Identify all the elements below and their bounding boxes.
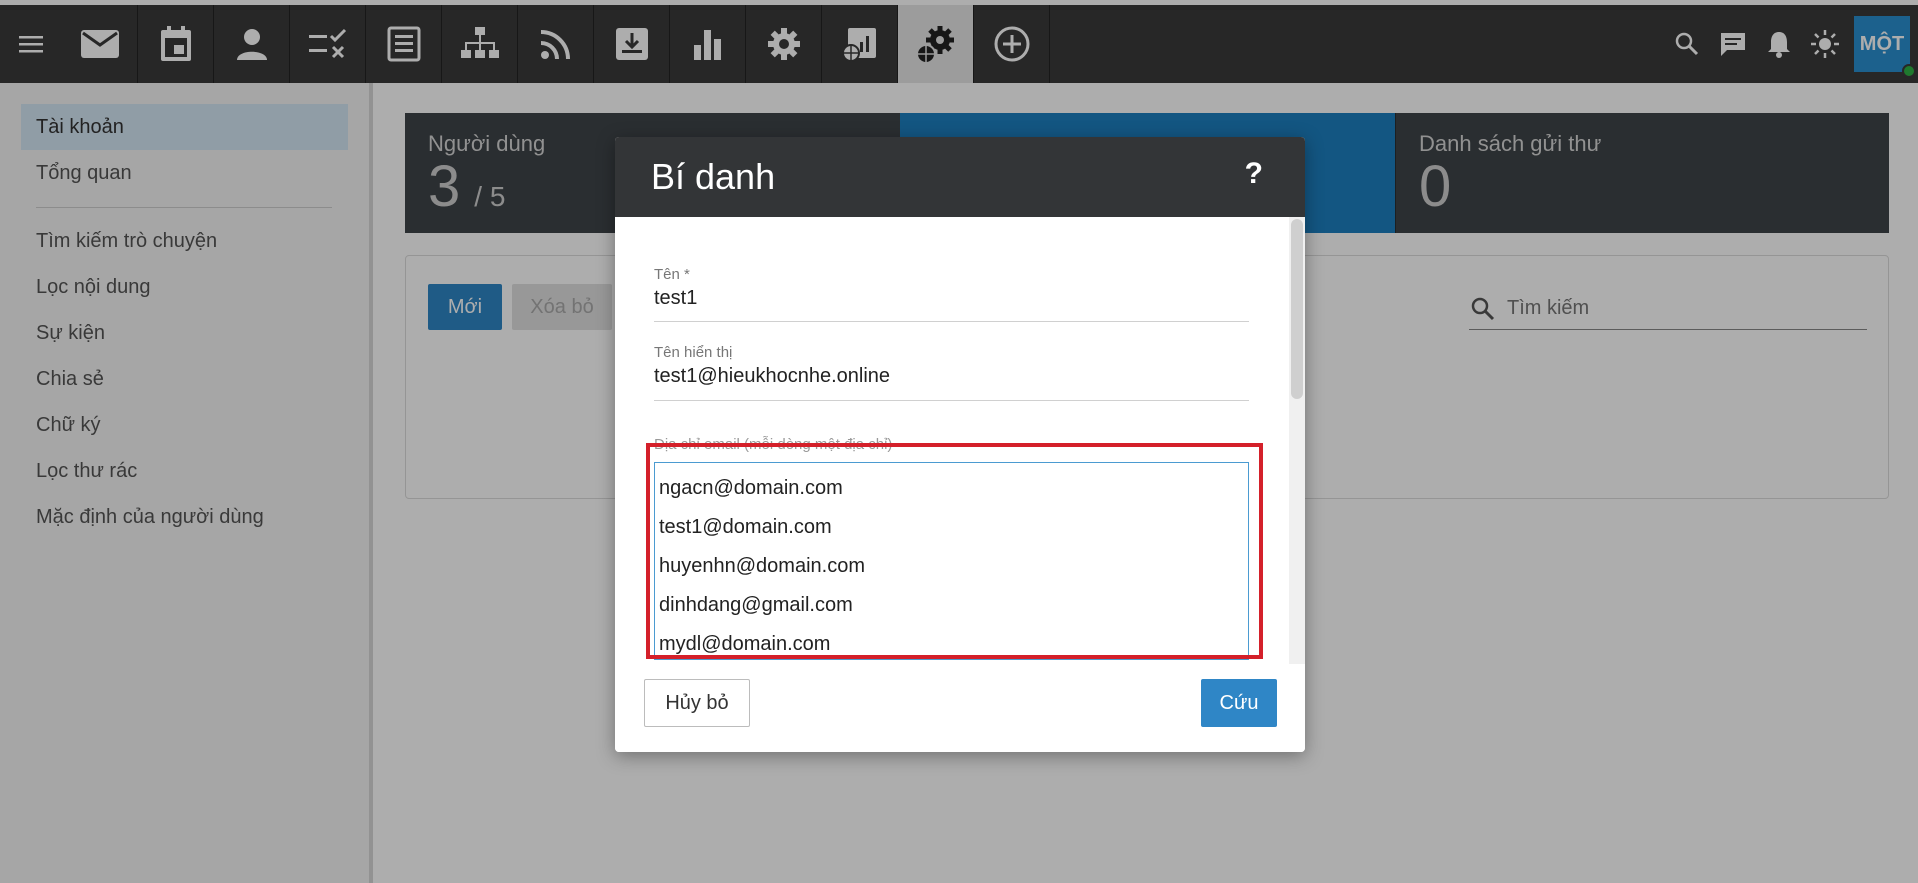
name-field[interactable]: Tên * test1 [654,266,1249,322]
email-line: dinhdang@gmail.com [659,594,853,616]
alias-dialog: Bí danh ? Tên * test1 Tên hiển thị test1… [615,137,1305,752]
dialog-body: Tên * test1 Tên hiển thị test1@hieukhocn… [615,217,1305,664]
dialog-header: Bí danh ? [615,137,1305,217]
email-line: test1@domain.com [659,516,832,538]
display-name-field[interactable]: Tên hiển thị test1@hieukhocnhe.online [654,344,1249,401]
email-addresses-textarea[interactable]: ngacn@domain.com test1@domain.com huyenh… [654,462,1249,660]
save-button[interactable]: Cứu [1201,679,1277,727]
name-field-value: test1 [654,287,698,309]
dialog-footer: Hủy bỏ Cứu [615,664,1305,752]
display-name-field-value: test1@hieukhocnhe.online [654,365,891,387]
cancel-button[interactable]: Hủy bỏ [644,679,750,727]
email-line: huyenhn@domain.com [659,555,865,577]
email-line: ngacn@domain.com [659,477,843,499]
email-line: mydl@domain.com [659,633,831,655]
dialog-title: Bí danh [651,156,776,197]
help-button[interactable]: ? [1245,157,1263,191]
display-name-field-label: Tên hiển thị [654,344,733,361]
email-addresses-label: Địa chỉ email (mỗi dòng một địa chỉ) [654,436,893,453]
dialog-scrollbar[interactable] [1289,217,1305,664]
name-field-label: Tên * [654,266,690,283]
dialog-scrollbar-thumb[interactable] [1291,219,1303,399]
